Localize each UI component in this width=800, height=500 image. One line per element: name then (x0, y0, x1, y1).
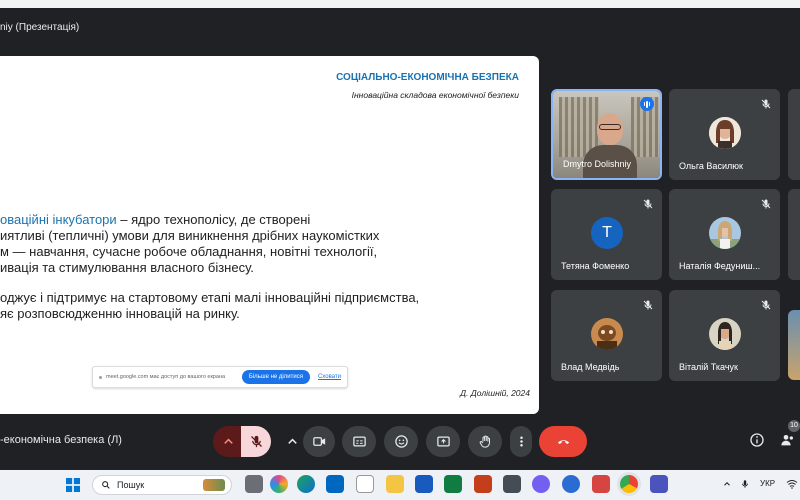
present-screen-button[interactable] (426, 426, 460, 457)
viber-icon[interactable] (532, 475, 550, 493)
teams-icon[interactable] (650, 475, 668, 493)
presentation-title: niy (Презентація) (0, 22, 80, 33)
audio-options-button[interactable] (213, 426, 243, 457)
chrome-browser-icon[interactable] (620, 475, 638, 493)
video-camera-icon (312, 437, 325, 446)
slide-text: ивація та стимулювання власного бізнесу. (0, 260, 254, 275)
browser-top-strip (0, 0, 800, 8)
raise-hand-button[interactable] (468, 426, 502, 457)
participant-tile[interactable]: Dmytro Dolishniy (551, 89, 662, 180)
slide-text: яє розповсюдженню інновацій на ринку. (0, 306, 240, 321)
hang-up-icon (557, 440, 569, 444)
captions-icon (352, 436, 366, 447)
participant-name: Наталія Федуниш... (679, 261, 761, 271)
mic-off-icon (761, 99, 771, 109)
notepad-icon[interactable] (356, 475, 374, 493)
participant-name: Влад Медвідь (561, 362, 620, 372)
participant-avatar (709, 217, 741, 249)
microphone-icon[interactable] (740, 478, 750, 490)
participant-count-badge: 10 (788, 420, 800, 432)
meeting-name: -економічна безпека (Л) (0, 434, 122, 446)
participant-avatar (709, 318, 741, 350)
participant-tile-partial[interactable] (788, 189, 800, 280)
slide-text: иятливі (тепличні) умови для виникнення … (0, 228, 380, 243)
participant-tile-partial[interactable] (788, 310, 800, 380)
reactions-button[interactable] (384, 426, 418, 457)
task-view-icon[interactable] (245, 475, 263, 493)
participant-name: Dmytro Dolishniy (563, 159, 632, 169)
share-indicator-icon (99, 375, 102, 379)
mic-off-icon (761, 199, 771, 209)
slide-text: оджує і підтримує на стартовому етапі ма… (0, 290, 420, 305)
meeting-info-icon[interactable] (749, 432, 765, 448)
microphone-toggle-button[interactable] (241, 426, 271, 457)
chevron-up-icon[interactable] (722, 479, 732, 489)
presented-slide: СОЦІАЛЬНО-ЕКОНОМІЧНА БЕЗПЕКА Інноваційна… (0, 56, 539, 414)
zoom-icon[interactable] (562, 475, 580, 493)
windows-start-icon[interactable] (66, 478, 80, 492)
participant-tile[interactable]: Ольга Василюк (669, 89, 780, 180)
slide-text: – ядро технополісу, де створені (116, 212, 311, 227)
emoji-icon (394, 435, 408, 448)
taskbar-search[interactable]: Пошук (92, 475, 232, 495)
mic-off-icon (643, 300, 653, 310)
slide-author: Д. Долішній, 2024 (460, 388, 530, 398)
present-icon (436, 436, 450, 447)
chevron-up-icon (223, 438, 233, 444)
participant-tile[interactable]: Влад Медвідь (551, 290, 662, 381)
stop-sharing-button[interactable]: Більше не ділитися (241, 370, 310, 384)
slide-body: оваційні інкубатори – ядро технополісу, … (0, 212, 530, 336)
video-options-button[interactable] (281, 426, 303, 457)
teamviewer-icon[interactable] (326, 475, 344, 493)
edge-browser-icon[interactable] (297, 475, 315, 493)
participant-name: Віталій Ткачук (679, 362, 738, 372)
participant-initial-avatar: T (591, 217, 623, 249)
more-vertical-icon (519, 436, 523, 447)
hand-icon (479, 435, 490, 448)
mic-off-icon (643, 199, 653, 209)
powerpoint-icon[interactable] (474, 475, 492, 493)
file-explorer-icon[interactable] (386, 475, 404, 493)
camera-toggle-button[interactable] (303, 426, 335, 457)
keyboard-app-icon[interactable] (503, 475, 521, 493)
participant-avatar (591, 318, 623, 350)
copilot-icon[interactable] (270, 475, 288, 493)
participant-tile-partial[interactable] (788, 89, 800, 180)
participant-avatar (709, 117, 741, 149)
people-icon[interactable] (780, 432, 796, 448)
slide-text: м — навчання, сучасне робоче обладнання,… (0, 244, 378, 259)
participant-tile[interactable]: Наталія Федуниш... (669, 189, 780, 280)
excel-icon[interactable] (444, 475, 462, 493)
more-options-button[interactable] (510, 426, 532, 457)
hide-share-bar-link[interactable]: Сховати (318, 374, 341, 380)
wifi-icon[interactable] (786, 479, 798, 489)
slide-subtitle: Інноваційна складова економічної безпеки (351, 90, 519, 100)
slide-title: СОЦІАЛЬНО-ЕКОНОМІЧНА БЕЗПЕКА (336, 72, 519, 83)
participant-tile[interactable]: Віталій Ткачук (669, 290, 780, 381)
captions-button[interactable] (342, 426, 376, 457)
mic-off-icon (250, 435, 262, 448)
chevron-up-icon (287, 438, 297, 444)
search-highlight-image (203, 479, 225, 491)
keyboard-language[interactable]: УКР (760, 479, 775, 488)
glasses (599, 124, 621, 130)
media-app-icon[interactable] (592, 475, 610, 493)
search-icon (102, 481, 110, 489)
mic-off-icon (761, 300, 771, 310)
participant-tile[interactable]: T Тетяна Фоменко (551, 189, 662, 280)
speaking-indicator-icon (640, 97, 654, 111)
participant-name: Ольга Василюк (679, 161, 743, 171)
screen-share-notification: meet.google.com має доступ до вашого екр… (92, 366, 348, 388)
slide-highlight-term: оваційні інкубатори (0, 212, 117, 227)
search-placeholder: Пошук (117, 480, 145, 490)
word-icon[interactable] (415, 475, 433, 493)
share-message: meet.google.com має доступ до вашого екр… (106, 374, 226, 380)
participant-name: Тетяна Фоменко (561, 261, 630, 271)
slide-paragraph-1: оваційні інкубатори – ядро технополісу, … (0, 212, 530, 276)
leave-call-button[interactable] (539, 426, 587, 457)
slide-paragraph-2: оджує і підтримує на стартовому етапі ма… (0, 290, 530, 322)
